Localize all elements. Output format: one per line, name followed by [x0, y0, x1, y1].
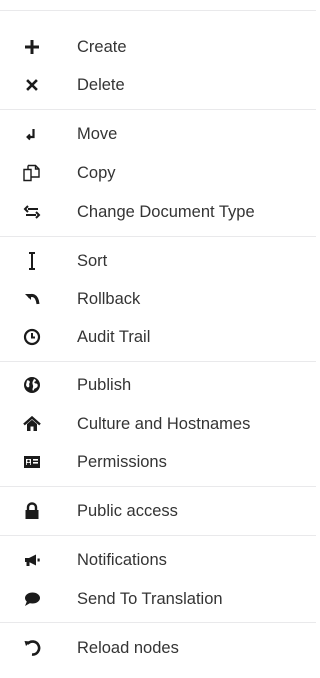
divider: [0, 361, 316, 362]
menu-item-label: Culture and Hostnames: [77, 415, 251, 433]
menu-item-label: Publish: [77, 376, 132, 394]
close-icon: [22, 75, 42, 95]
menu-item-change-document-type[interactable]: Change Document Type: [0, 194, 316, 230]
divider: [0, 535, 316, 536]
menu-item-reload-nodes[interactable]: Reload nodes: [0, 630, 316, 666]
copy-icon: [22, 163, 42, 183]
menu-item-delete[interactable]: Delete: [0, 67, 316, 103]
menu-item-label: Rollback: [77, 290, 141, 308]
menu-item-label: Delete: [77, 76, 125, 94]
menu-item-label: Public access: [77, 502, 178, 520]
id-card-icon: [22, 452, 42, 472]
divider: [0, 10, 316, 11]
divider: [0, 486, 316, 487]
sort-icon: [22, 251, 42, 271]
plus-icon: [22, 37, 42, 57]
reload-icon: [22, 638, 42, 658]
menu-item-label: Reload nodes: [77, 639, 179, 657]
menu-item-create[interactable]: Create: [0, 29, 316, 65]
menu-item-label: Send To Translation: [77, 590, 223, 608]
menu-item-move[interactable]: Move: [0, 116, 316, 152]
clock-icon: [22, 327, 42, 347]
menu-item-label: Audit Trail: [77, 328, 151, 346]
menu-item-sort[interactable]: Sort: [0, 243, 316, 279]
menu-item-label: Sort: [77, 252, 108, 270]
swap-icon: [22, 202, 42, 222]
context-menu: Create Delete Move Copy Change Document …: [0, 0, 316, 678]
menu-item-publish[interactable]: Publish: [0, 367, 316, 403]
menu-item-label: Permissions: [77, 453, 167, 471]
menu-item-audit-trail[interactable]: Audit Trail: [0, 319, 316, 355]
chat-bubble-icon: [22, 589, 42, 609]
menu-item-label: Move: [77, 125, 118, 143]
home-icon: [22, 414, 42, 434]
menu-item-culture-and-hostnames[interactable]: Culture and Hostnames: [0, 406, 316, 442]
menu-item-permissions[interactable]: Permissions: [0, 444, 316, 480]
undo-arrow-icon: [22, 289, 42, 309]
menu-item-public-access[interactable]: Public access: [0, 493, 316, 529]
move-icon: [22, 124, 42, 144]
megaphone-icon: [22, 550, 42, 570]
divider: [0, 622, 316, 623]
divider: [0, 236, 316, 237]
menu-item-rollback[interactable]: Rollback: [0, 281, 316, 317]
lock-icon: [22, 501, 42, 521]
menu-item-label: Create: [77, 38, 127, 56]
menu-item-copy[interactable]: Copy: [0, 155, 316, 191]
globe-icon: [22, 375, 42, 395]
menu-item-send-to-translation[interactable]: Send To Translation: [0, 581, 316, 617]
menu-item-notifications[interactable]: Notifications: [0, 542, 316, 578]
divider: [0, 109, 316, 110]
menu-item-label: Change Document Type: [77, 203, 255, 221]
menu-item-label: Notifications: [77, 551, 167, 569]
menu-item-label: Copy: [77, 164, 116, 182]
